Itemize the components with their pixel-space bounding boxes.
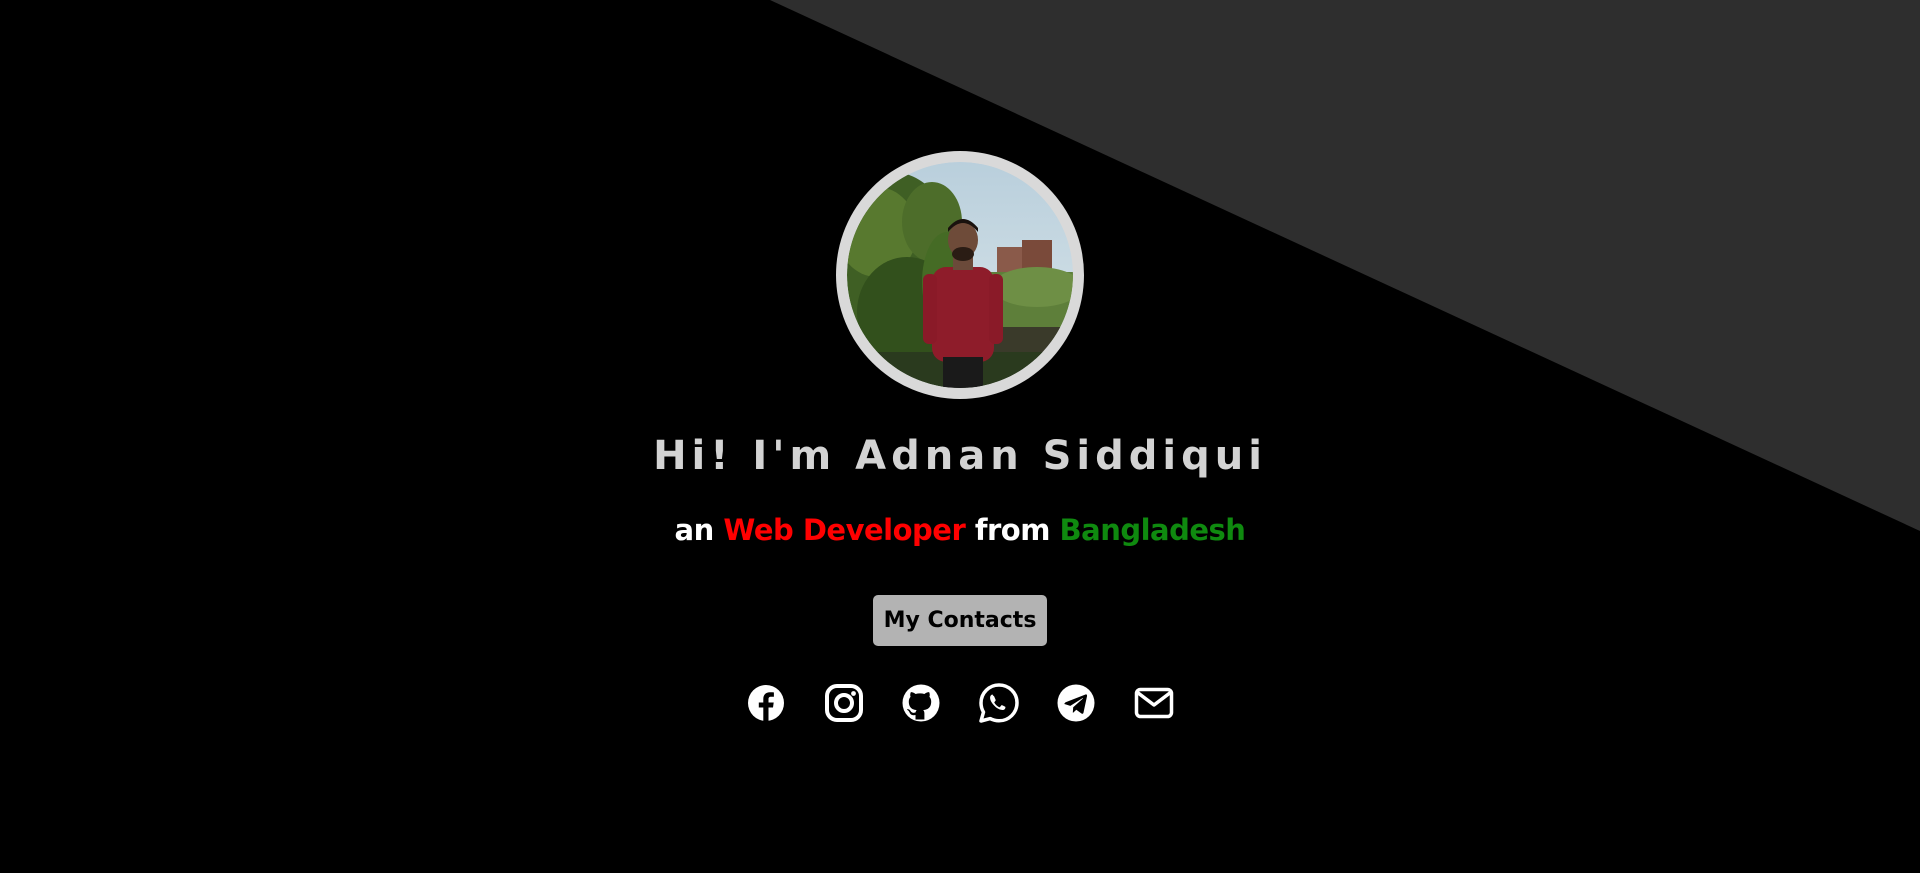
profile-photo	[847, 162, 1073, 388]
subtitle-role: Web Developer	[723, 513, 966, 547]
my-contacts-button[interactable]: My Contacts	[873, 595, 1047, 646]
telegram-icon	[1057, 684, 1095, 722]
email-icon	[1134, 687, 1174, 719]
hero-section: Hi! I'm Adnan Siddiqui an Web Developer …	[0, 0, 1920, 873]
profile-avatar	[836, 151, 1084, 399]
subtitle-middle: from	[974, 513, 1051, 547]
landing-page: Hi! I'm Adnan Siddiqui an Web Developer …	[0, 0, 1920, 873]
telegram-link[interactable]	[1053, 680, 1099, 726]
github-link[interactable]	[898, 680, 944, 726]
subtitle-prefix: an	[674, 513, 715, 547]
facebook-link[interactable]	[743, 680, 789, 726]
whatsapp-link[interactable]	[976, 680, 1022, 726]
hero-title: Hi! I'm Adnan Siddiqui	[653, 433, 1267, 479]
hero-subtitle: an Web Developer from Bangladesh	[0, 510, 1920, 550]
instagram-link[interactable]	[821, 680, 867, 726]
social-links	[743, 680, 1177, 726]
facebook-icon	[748, 685, 784, 721]
github-icon	[902, 684, 940, 722]
instagram-icon	[824, 684, 863, 722]
whatsapp-icon	[979, 683, 1019, 723]
subtitle-country: Bangladesh	[1059, 513, 1246, 547]
email-link[interactable]	[1131, 680, 1177, 726]
